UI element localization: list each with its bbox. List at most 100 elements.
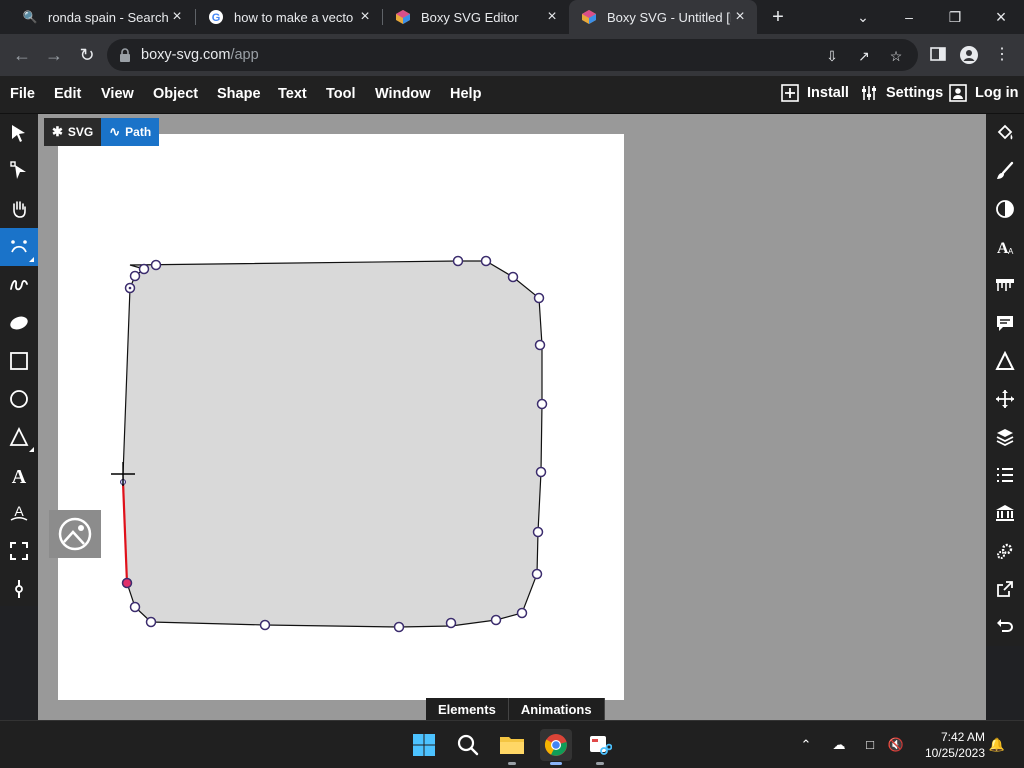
triangle-tool[interactable] xyxy=(0,418,38,456)
geometry-panel-button[interactable] xyxy=(986,266,1024,304)
restore-icon[interactable]: ❐ xyxy=(932,0,978,34)
text-tool[interactable]: A xyxy=(0,456,38,494)
menu-text[interactable]: Text xyxy=(278,86,307,102)
forward-arrow-icon[interactable]: → xyxy=(41,42,67,68)
path-node[interactable] xyxy=(534,339,546,351)
path-node[interactable] xyxy=(445,617,457,629)
taskbar-search-button[interactable] xyxy=(452,729,484,761)
compositing-panel-button[interactable] xyxy=(986,190,1024,228)
tab-boxy-svg-untitled[interactable]: Boxy SVG - Untitled [Ed × xyxy=(569,0,757,34)
cloud-status-icon[interactable]: ☁ xyxy=(829,735,849,755)
volume-muted-icon[interactable]: 🔇 xyxy=(886,735,906,755)
settings-button[interactable]: Settings xyxy=(860,84,943,102)
install-button[interactable]: Install xyxy=(781,84,849,102)
close-icon[interactable]: × xyxy=(731,8,749,26)
defs-panel-button[interactable] xyxy=(986,342,1024,380)
snipping-tool-button[interactable] xyxy=(584,729,616,765)
side-panel-icon[interactable] xyxy=(929,46,947,64)
path-node[interactable] xyxy=(535,466,547,478)
taskbar-clock[interactable]: 7:42 AM 10/25/2023 xyxy=(917,729,985,761)
elements-tab[interactable]: Elements xyxy=(426,698,509,720)
active-node[interactable] xyxy=(121,577,133,589)
rectangle-tool[interactable] xyxy=(0,342,38,380)
path-node[interactable] xyxy=(150,259,162,271)
share-icon[interactable]: ↗ xyxy=(855,47,873,65)
freehand-tool[interactable] xyxy=(0,266,38,304)
window-close-icon[interactable]: × xyxy=(978,0,1024,34)
animations-tab[interactable]: Animations xyxy=(508,698,605,720)
install-app-icon[interactable]: ⇩ xyxy=(823,47,841,65)
edit-tool[interactable] xyxy=(0,152,38,190)
comments-panel-button[interactable] xyxy=(986,304,1024,342)
floating-image-widget[interactable] xyxy=(49,510,101,558)
path-node[interactable] xyxy=(259,619,271,631)
bookmark-star-icon[interactable]: ☆ xyxy=(887,47,905,65)
workspace[interactable]: ✱ SVG ∿ Path Elements Animations xyxy=(38,114,986,720)
tab-boxy-svg-editor[interactable]: Boxy SVG Editor × xyxy=(383,0,569,34)
breadcrumb-svg[interactable]: ✱ SVG xyxy=(44,118,102,146)
path-node[interactable] xyxy=(532,526,544,538)
breadcrumb-path[interactable]: ∿ Path xyxy=(101,118,160,146)
close-icon[interactable]: × xyxy=(543,8,561,26)
path-overlay[interactable] xyxy=(38,114,986,720)
circle-tool[interactable] xyxy=(0,380,38,418)
path-node[interactable] xyxy=(480,255,492,267)
path-node[interactable] xyxy=(507,271,519,283)
bezier-tool[interactable] xyxy=(0,228,38,266)
menu-edit[interactable]: Edit xyxy=(54,86,81,102)
history-panel-button[interactable] xyxy=(986,608,1024,646)
start-button[interactable] xyxy=(408,729,440,761)
fill-panel-button[interactable] xyxy=(986,114,1024,152)
close-icon[interactable]: × xyxy=(168,8,186,26)
path-node[interactable] xyxy=(129,270,141,282)
path-node[interactable] xyxy=(516,607,528,619)
elements-panel-button[interactable] xyxy=(986,456,1024,494)
hand-tool[interactable] xyxy=(0,190,38,228)
show-hidden-icons-chevron-icon[interactable]: ⌃ xyxy=(796,735,816,755)
arrangement-panel-button[interactable] xyxy=(986,380,1024,418)
menu-window[interactable]: Window xyxy=(375,86,430,102)
new-tab-button[interactable]: + xyxy=(766,5,790,29)
tab-search-chevron-icon[interactable]: ⌄ xyxy=(840,0,886,34)
login-button[interactable]: Log in xyxy=(949,84,1019,102)
menu-help[interactable]: Help xyxy=(450,86,481,102)
tab-how-to-make-vector[interactable]: G how to make a vector i × xyxy=(196,0,382,34)
text-path-tool[interactable]: A xyxy=(0,494,38,532)
stroke-panel-button[interactable] xyxy=(986,152,1024,190)
menu-shape[interactable]: Shape xyxy=(217,86,261,102)
path-node[interactable] xyxy=(536,398,548,410)
typography-panel-button[interactable]: AA xyxy=(986,228,1024,266)
menu-tool[interactable]: Tool xyxy=(326,86,356,102)
menu-view[interactable]: View xyxy=(101,86,134,102)
ellipse-tool[interactable] xyxy=(0,304,38,342)
path-node[interactable] xyxy=(533,292,545,304)
objects-panel-button[interactable] xyxy=(986,418,1024,456)
close-icon[interactable]: × xyxy=(356,8,374,26)
path-node[interactable] xyxy=(490,614,502,626)
minimize-icon[interactable]: – xyxy=(886,0,932,34)
path-node[interactable] xyxy=(138,263,150,275)
menu-file[interactable]: File xyxy=(10,86,35,102)
profile-icon[interactable] xyxy=(960,46,978,64)
reload-icon[interactable]: ↻ xyxy=(74,42,100,68)
chrome-taskbar-button[interactable] xyxy=(540,729,572,765)
path-node[interactable] xyxy=(129,601,141,613)
path-node[interactable] xyxy=(393,621,405,633)
back-arrow-icon[interactable]: ← xyxy=(9,42,35,68)
selected-path-shape[interactable] xyxy=(122,260,543,628)
path-node[interactable] xyxy=(531,568,543,580)
file-explorer-button[interactable] xyxy=(496,729,528,765)
transform-tool[interactable] xyxy=(0,114,38,152)
generators-panel-button[interactable] xyxy=(986,532,1024,570)
crop-tool[interactable] xyxy=(0,532,38,570)
address-bar[interactable]: boxy-svg.com/app ⇩ ↗ ☆ xyxy=(107,39,918,71)
notification-bell-icon[interactable]: 🔔 xyxy=(987,735,1007,755)
eyedropper-tool[interactable] xyxy=(0,570,38,608)
tab-ronda-spain[interactable]: 🔍 ronda spain - Search × xyxy=(8,0,194,34)
library-panel-button[interactable] xyxy=(986,494,1024,532)
export-panel-button[interactable] xyxy=(986,570,1024,608)
network-display-icon[interactable]: □ xyxy=(860,735,880,755)
path-node[interactable] xyxy=(452,255,464,267)
path-node[interactable] xyxy=(145,616,157,628)
menu-object[interactable]: Object xyxy=(153,86,198,102)
